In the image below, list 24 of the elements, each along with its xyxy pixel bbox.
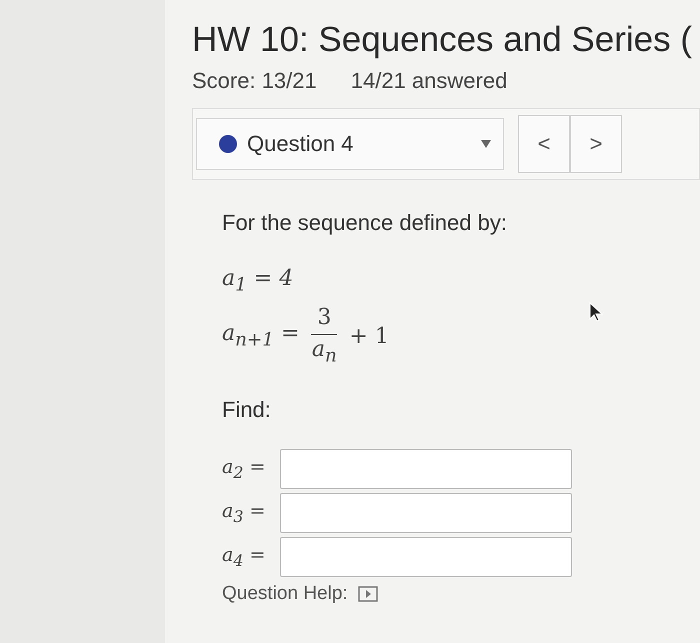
cursor-icon [589,302,603,322]
answer-label: a$_{3}$ = [222,500,266,526]
answer-label: a$_{2}$ = [222,456,266,482]
math-equation: a$_{1}$ = 4 [222,266,294,296]
answer-field[interactable] [280,536,572,577]
previous-button[interactable]: < [518,115,570,173]
caret-icon [481,140,491,148]
status-dot [219,135,237,153]
answer-field[interactable] [280,448,572,489]
score-text: Score: 13/21 [192,68,317,94]
math-expression: + 1 [349,324,389,349]
help-label: Question Help: [222,582,348,605]
answer-label: a$_{4}$ = [222,544,266,570]
question-selector[interactable]: Question 4 [196,118,504,170]
find-label: Find: [222,396,272,423]
math-expression: a$_{n+1}$ = [222,321,300,351]
assignment-title: HW 10: Sequences and Series ( [192,20,693,60]
fraction-denominator: a$_{n}$ [312,336,337,367]
video-icon[interactable] [358,586,378,602]
fraction-numerator: 3 [311,305,338,336]
next-button[interactable]: > [570,115,622,173]
answered-count: 14/21 answered [350,68,508,94]
question-prompt: For the sequence defined by: [222,210,508,236]
answer-field[interactable] [280,492,572,533]
